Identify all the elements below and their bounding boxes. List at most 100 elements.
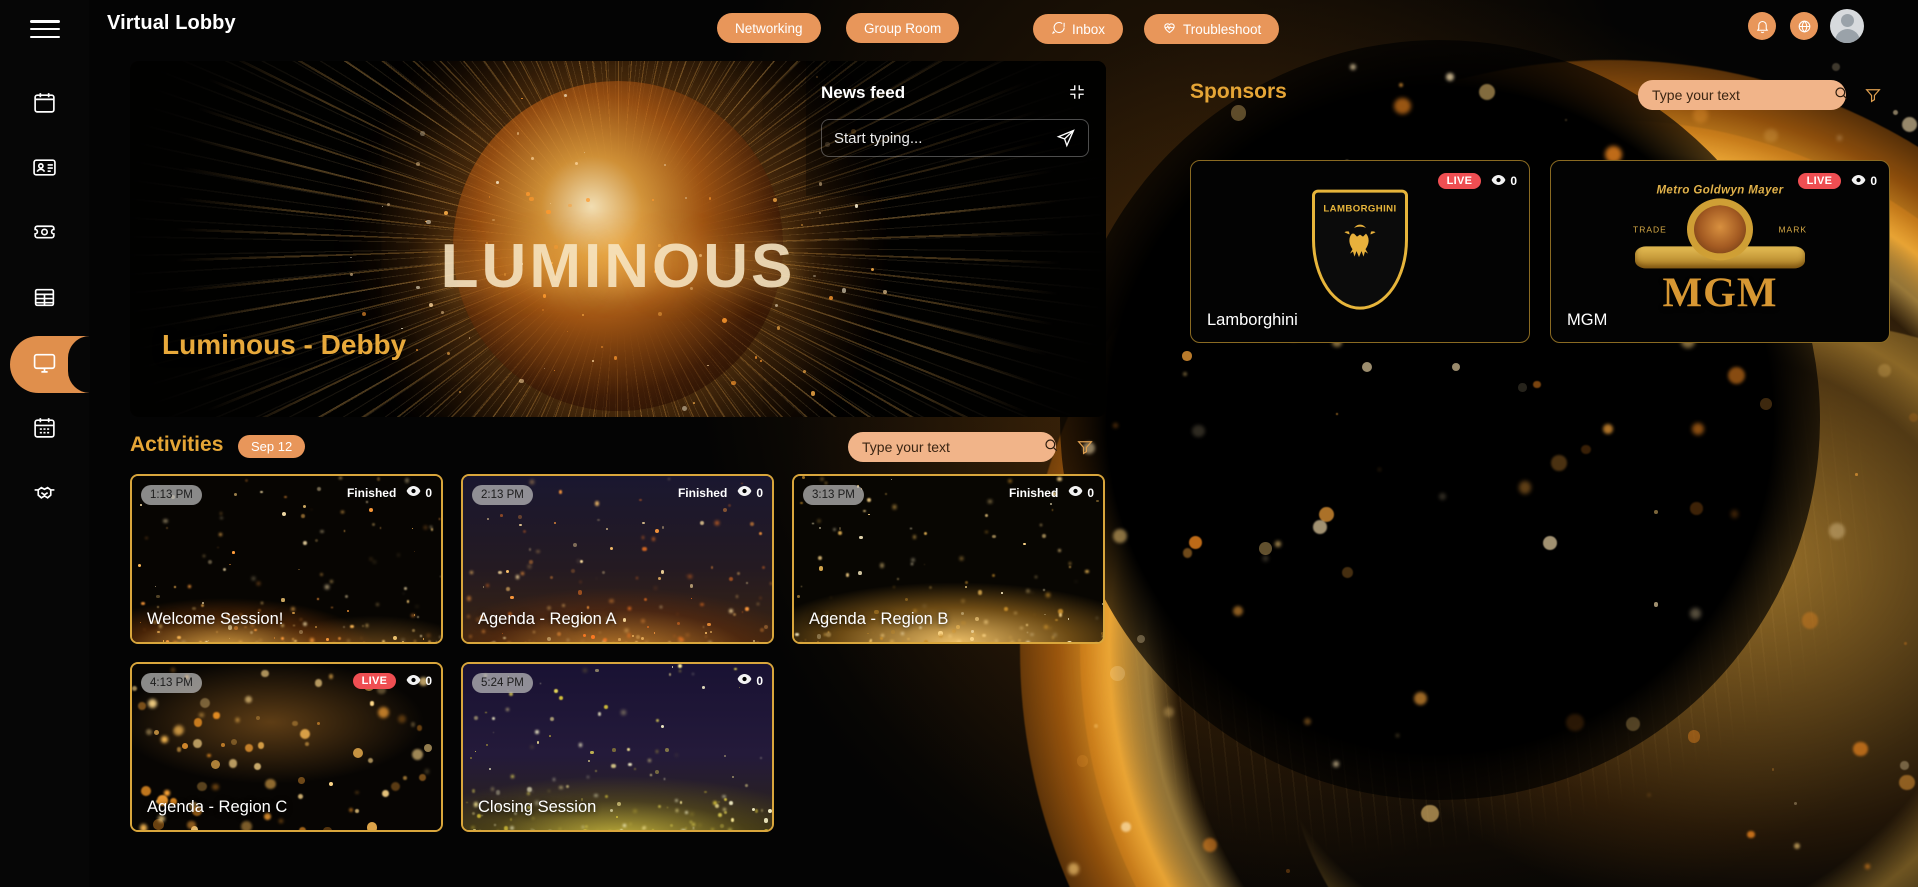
activity-meta: 0 xyxy=(737,673,763,688)
sponsor-name: Lamborghini xyxy=(1207,311,1298,330)
main-stage-video[interactable]: LUMINOUS Luminous - Debby News feed xyxy=(130,61,1106,417)
bell-icon[interactable] xyxy=(1748,12,1776,40)
activity-card[interactable]: 1:13 PM Finished 0 Welcome Session! xyxy=(130,474,443,644)
sponsors-grid: LIVE 0 LAMBORGHINI Lamborghini LIVE 0 Me… xyxy=(1190,160,1890,343)
avatar[interactable] xyxy=(1830,9,1864,43)
send-icon[interactable] xyxy=(1056,128,1076,148)
sidebar-item-calendar[interactable] xyxy=(0,72,89,137)
status-badge: Finished xyxy=(678,486,727,500)
status-badge: Finished xyxy=(1009,486,1058,500)
collapse-icon[interactable] xyxy=(1068,83,1086,101)
eye-icon xyxy=(1851,174,1866,189)
activities-date-pill[interactable]: Sep 12 xyxy=(238,435,305,458)
troubleshoot-button[interactable]: Troubleshoot xyxy=(1144,14,1279,44)
activities-filter-icon[interactable] xyxy=(1076,438,1094,456)
sponsors-search[interactable] xyxy=(1638,80,1846,110)
views-count: 0 xyxy=(406,674,432,689)
activity-time: 1:13 PM xyxy=(141,485,202,505)
sponsor-card-mgm[interactable]: LIVE 0 Metro Goldwyn Mayer TRADE MARK MG… xyxy=(1550,160,1890,343)
activities-title: Activities xyxy=(130,433,223,457)
eye-icon xyxy=(737,673,752,688)
eye-icon xyxy=(406,674,421,689)
status-badge: LIVE xyxy=(1438,173,1482,189)
activities-grid: 1:13 PM Finished 0 Welcome Session! 2:13 PM F… xyxy=(130,474,1106,832)
eye-icon xyxy=(406,485,421,500)
activity-title: Closing Session xyxy=(478,798,596,817)
news-feed-title: News feed xyxy=(821,83,905,103)
calendar-days-icon xyxy=(32,415,57,445)
views-count: 0 xyxy=(737,485,763,500)
status-badge: Finished xyxy=(347,486,396,500)
ticket-icon xyxy=(32,220,57,250)
sidebar-item-schedule-table[interactable] xyxy=(0,267,89,332)
activity-title: Agenda - Region B xyxy=(809,610,948,629)
networking-button[interactable]: Networking xyxy=(717,13,821,43)
activity-card[interactable]: 2:13 PM Finished 0 Agenda - Region A xyxy=(461,474,774,644)
mgm-mark-text: MARK xyxy=(1778,224,1807,234)
group-room-button[interactable]: Group Room xyxy=(846,13,959,43)
eye-icon xyxy=(1491,174,1506,189)
eye-icon xyxy=(737,485,752,500)
sidebar-nav xyxy=(0,72,89,527)
activity-title: Welcome Session! xyxy=(147,610,283,629)
mgm-arc-text: Metro Goldwyn Mayer xyxy=(1595,184,1845,196)
page-title: Virtual Lobby xyxy=(107,12,236,35)
activities-header: Activities Sep 12 xyxy=(130,430,1106,470)
activities-search[interactable] xyxy=(848,432,1056,462)
mgm-trade-text: TRADE xyxy=(1633,224,1667,234)
activity-card[interactable]: 3:13 PM Finished 0 Agenda - Region B xyxy=(792,474,1105,644)
news-feed-panel: News feed xyxy=(806,61,1106,196)
sponsors-section: Sponsors LIVE 0 xyxy=(1190,78,1890,343)
sponsor-card-meta: LIVE 0 xyxy=(1438,173,1517,189)
eye-icon xyxy=(1068,485,1083,500)
lamborghini-logo: LAMBORGHINI xyxy=(1312,189,1408,309)
news-feed-input-wrap[interactable] xyxy=(821,119,1089,157)
sponsor-name: MGM xyxy=(1567,311,1607,330)
activity-card[interactable]: 4:13 PM LIVE 0 Agenda - Region C xyxy=(130,662,443,832)
sponsors-header: Sponsors xyxy=(1190,78,1890,118)
activity-time: 3:13 PM xyxy=(803,485,864,505)
inbox-button-label: Inbox xyxy=(1072,22,1105,37)
sidebar-item-agenda[interactable] xyxy=(0,397,89,462)
activity-time: 4:13 PM xyxy=(141,673,202,693)
chat-bubble-icon xyxy=(1051,20,1066,38)
status-badge: LIVE xyxy=(353,673,397,689)
sidebar-item-networking[interactable] xyxy=(0,462,89,527)
troubleshoot-button-label: Troubleshoot xyxy=(1183,22,1261,37)
search-icon[interactable] xyxy=(1833,85,1849,106)
activity-meta: LIVE 0 xyxy=(353,673,432,689)
views-count: 0 xyxy=(1068,485,1094,500)
left-sidebar xyxy=(0,0,89,887)
sponsor-card-lamborghini[interactable]: LIVE 0 LAMBORGHINI Lamborghini xyxy=(1190,160,1530,343)
stage-title: Luminous - Debby xyxy=(162,329,406,361)
activity-meta: Finished 0 xyxy=(678,485,763,500)
views-count: 0 xyxy=(406,485,432,500)
sponsors-filter-icon[interactable] xyxy=(1864,86,1882,104)
id-card-icon xyxy=(32,155,57,185)
top-bar: Virtual Lobby Networking Group Room Inbo… xyxy=(89,0,1918,51)
news-feed-input[interactable] xyxy=(834,130,1056,147)
sponsors-search-input[interactable] xyxy=(1652,87,1833,103)
group-room-button-label: Group Room xyxy=(864,21,941,36)
sidebar-item-tickets[interactable] xyxy=(0,202,89,267)
activity-time: 5:24 PM xyxy=(472,673,533,693)
table-icon xyxy=(32,285,57,315)
views-count: 0 xyxy=(1851,174,1877,189)
activity-title: Agenda - Region C xyxy=(147,798,287,817)
activities-section: Activities Sep 12 1:13 PM Finished 0 Welcom… xyxy=(130,430,1106,832)
globe-icon[interactable] xyxy=(1790,12,1818,40)
activity-card[interactable]: 5:24 PM 0 Closing Session xyxy=(461,662,774,832)
activity-title: Agenda - Region A xyxy=(478,610,617,629)
views-count: 0 xyxy=(1491,174,1517,189)
sponsors-title: Sponsors xyxy=(1190,80,1287,104)
views-count: 0 xyxy=(737,673,763,688)
hamburger-icon[interactable] xyxy=(30,17,60,41)
networking-button-label: Networking xyxy=(735,21,803,36)
inbox-button[interactable]: Inbox xyxy=(1033,14,1123,44)
activities-search-input[interactable] xyxy=(862,439,1043,455)
search-icon[interactable] xyxy=(1043,437,1059,458)
calendar-icon xyxy=(32,90,57,120)
sidebar-item-attendees[interactable] xyxy=(0,137,89,202)
sidebar-item-virtual-lobby[interactable] xyxy=(0,332,89,397)
handshake-icon xyxy=(32,480,57,510)
